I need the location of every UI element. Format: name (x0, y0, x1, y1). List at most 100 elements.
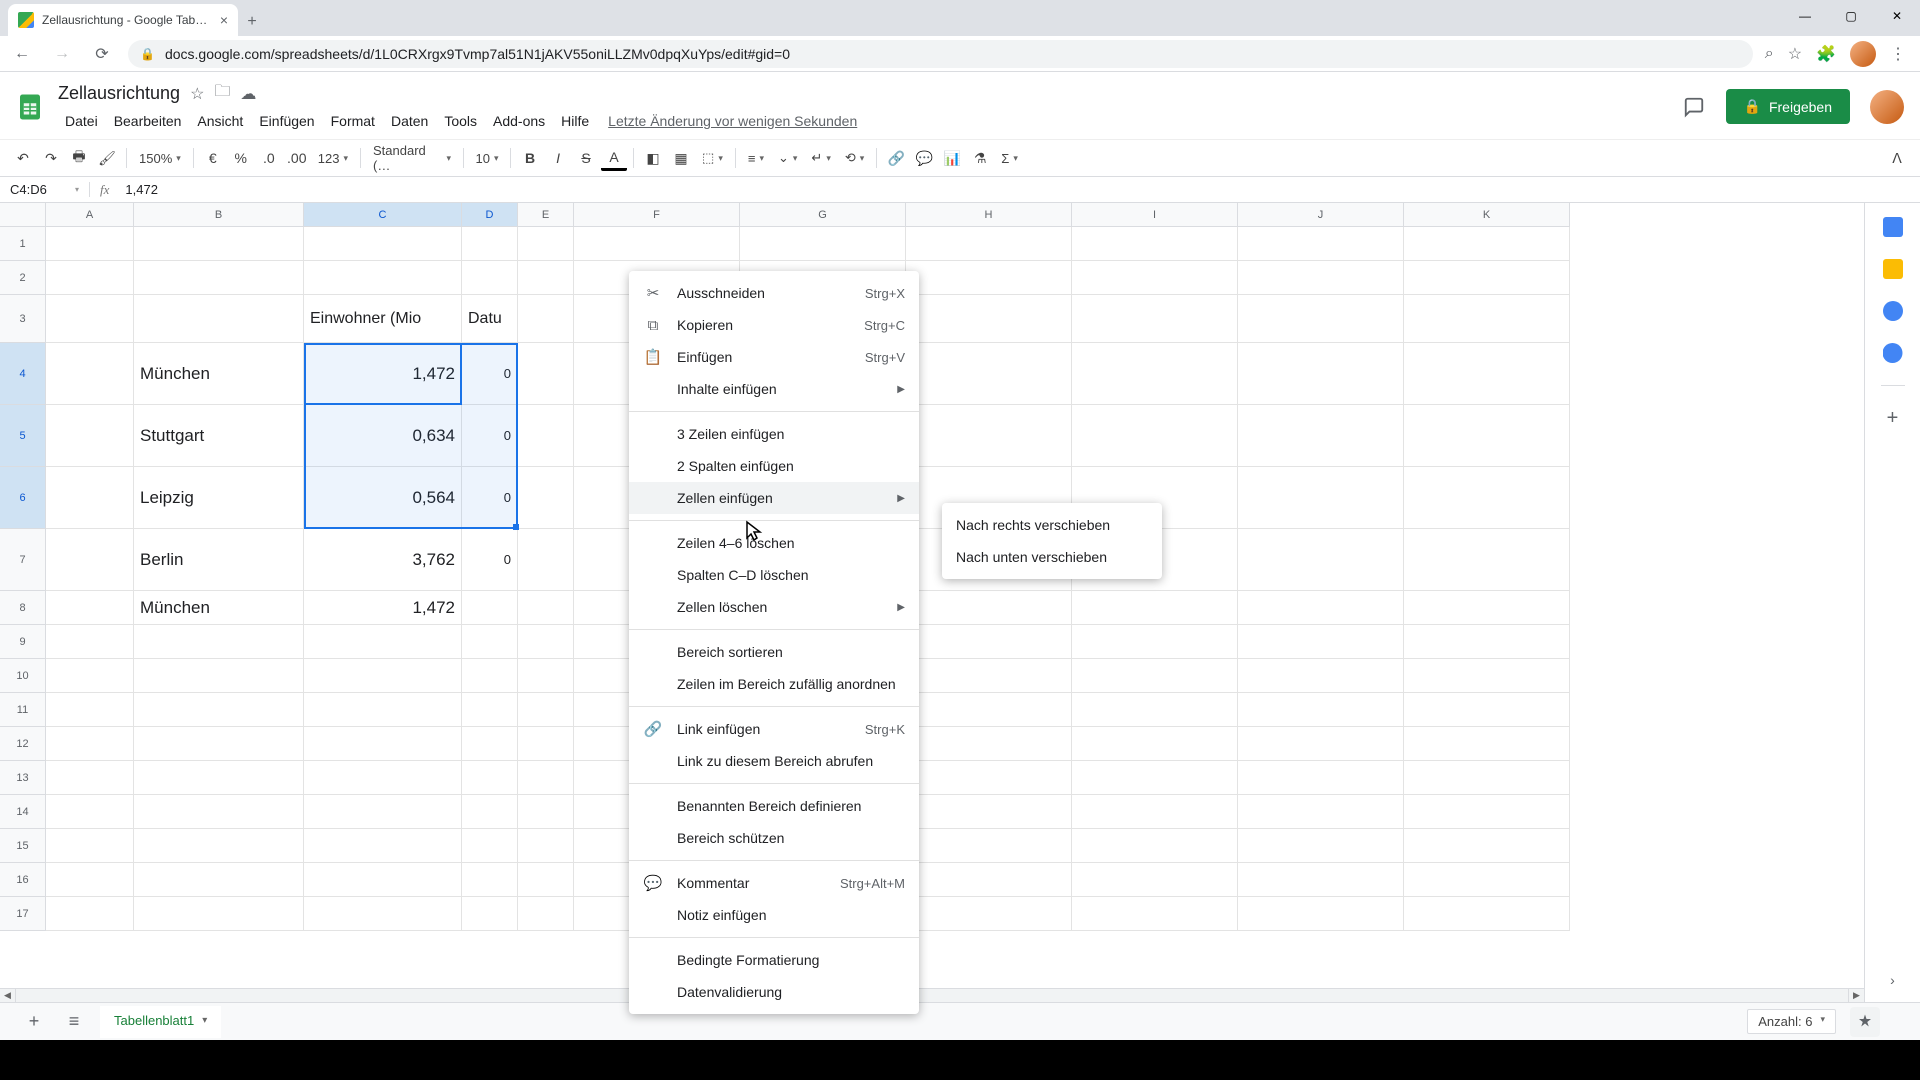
cell[interactable] (134, 625, 304, 659)
cell[interactable] (574, 227, 740, 261)
row-header[interactable]: 10 (0, 659, 46, 693)
cell[interactable] (518, 261, 574, 295)
cell[interactable] (46, 863, 134, 897)
cell[interactable] (518, 467, 574, 529)
menu-addons[interactable]: Add-ons (486, 109, 552, 133)
cell[interactable] (462, 761, 518, 795)
row-header[interactable]: 15 (0, 829, 46, 863)
menu-icon[interactable]: ⋮ (1890, 44, 1906, 64)
cell[interactable]: Berlin (134, 529, 304, 591)
cell[interactable] (1238, 227, 1404, 261)
minimize-window-button[interactable]: — (1782, 0, 1828, 32)
cell[interactable] (304, 863, 462, 897)
cell[interactable] (518, 761, 574, 795)
insert-chart-button[interactable]: 📊 (939, 145, 965, 171)
row-header[interactable]: 9 (0, 625, 46, 659)
row-header[interactable]: 6 (0, 467, 46, 529)
cell[interactable] (304, 761, 462, 795)
cell[interactable] (462, 829, 518, 863)
cell[interactable]: 0 (462, 343, 518, 405)
cell[interactable] (906, 343, 1072, 405)
undo-button[interactable]: ↶ (10, 145, 36, 171)
cell[interactable] (1404, 829, 1570, 863)
cell[interactable] (906, 863, 1072, 897)
column-header[interactable]: J (1238, 203, 1404, 227)
new-tab-button[interactable]: + (238, 8, 266, 36)
cell[interactable]: 0,634 (304, 405, 462, 467)
star-icon[interactable]: ☆ (1788, 44, 1802, 64)
row-header[interactable]: 2 (0, 261, 46, 295)
cell[interactable] (1072, 863, 1238, 897)
cell[interactable] (134, 829, 304, 863)
number-format-select[interactable]: 123 (312, 151, 354, 166)
cell[interactable]: 3,762 (304, 529, 462, 591)
profile-avatar-icon[interactable] (1850, 41, 1876, 67)
cell[interactable] (134, 659, 304, 693)
cell[interactable] (134, 227, 304, 261)
browser-tab[interactable]: Zellausrichtung - Google Tabell… × (8, 4, 238, 36)
cell[interactable] (740, 227, 906, 261)
column-header[interactable]: D (462, 203, 518, 227)
cell[interactable] (1072, 227, 1238, 261)
horizontal-align-button[interactable]: ≡ (742, 151, 770, 166)
column-header[interactable]: I (1072, 203, 1238, 227)
sm-shift-right[interactable]: Nach rechts verschieben (942, 509, 1162, 541)
cell[interactable] (1072, 795, 1238, 829)
column-header[interactable]: G (740, 203, 906, 227)
cell[interactable] (1072, 625, 1238, 659)
menu-edit[interactable]: Bearbeiten (107, 109, 189, 133)
cell[interactable] (1238, 693, 1404, 727)
cell[interactable] (518, 625, 574, 659)
cell[interactable] (462, 727, 518, 761)
cell[interactable] (46, 467, 134, 529)
reload-button[interactable]: ⟳ (88, 40, 116, 68)
cell[interactable] (46, 897, 134, 931)
cell[interactable] (462, 863, 518, 897)
filter-button[interactable]: ⚗ (967, 145, 993, 171)
redo-button[interactable]: ↷ (38, 145, 64, 171)
row-header[interactable]: 13 (0, 761, 46, 795)
cell[interactable] (906, 727, 1072, 761)
row-header[interactable]: 3 (0, 295, 46, 343)
explore-button[interactable] (1850, 1007, 1880, 1037)
cell[interactable] (518, 227, 574, 261)
cell[interactable] (46, 227, 134, 261)
cell[interactable] (462, 897, 518, 931)
cm-cut[interactable]: ✂AusschneidenStrg+X (629, 277, 919, 309)
cm-data-validation[interactable]: Datenvalidierung (629, 976, 919, 1008)
cell[interactable] (462, 227, 518, 261)
cm-insert-cells[interactable]: Zellen einfügen▶ (629, 482, 919, 514)
cloud-status-icon[interactable]: ☁ (240, 84, 256, 104)
extensions-icon[interactable]: 🧩 (1816, 44, 1836, 64)
row-header[interactable]: 16 (0, 863, 46, 897)
maximize-window-button[interactable]: ▢ (1828, 0, 1874, 32)
row-header[interactable]: 11 (0, 693, 46, 727)
all-sheets-button[interactable]: ≡ (60, 1011, 88, 1032)
cell[interactable] (1238, 625, 1404, 659)
menu-data[interactable]: Daten (384, 109, 435, 133)
cell[interactable] (1072, 405, 1238, 467)
cell[interactable]: 0 (462, 529, 518, 591)
cell[interactable]: Stuttgart (134, 405, 304, 467)
cell[interactable] (1238, 761, 1404, 795)
cell[interactable] (518, 659, 574, 693)
cm-cond-format[interactable]: Bedingte Formatierung (629, 944, 919, 976)
bold-button[interactable]: B (517, 145, 543, 171)
cell[interactable] (46, 659, 134, 693)
cell[interactable] (1404, 693, 1570, 727)
cell[interactable] (134, 727, 304, 761)
row-header[interactable]: 14 (0, 795, 46, 829)
borders-button[interactable]: ▦ (668, 145, 694, 171)
font-size-select[interactable]: 10 (470, 151, 504, 166)
cell[interactable] (1072, 591, 1238, 625)
cell[interactable] (1238, 295, 1404, 343)
column-header[interactable]: E (518, 203, 574, 227)
cell[interactable] (906, 625, 1072, 659)
cm-insert-rows[interactable]: 3 Zeilen einfügen (629, 418, 919, 450)
cell[interactable] (906, 761, 1072, 795)
row-header[interactable]: 4 (0, 343, 46, 405)
cell[interactable]: 1,472 (304, 343, 462, 405)
cell[interactable] (906, 659, 1072, 693)
column-header[interactable]: B (134, 203, 304, 227)
cell[interactable] (518, 727, 574, 761)
